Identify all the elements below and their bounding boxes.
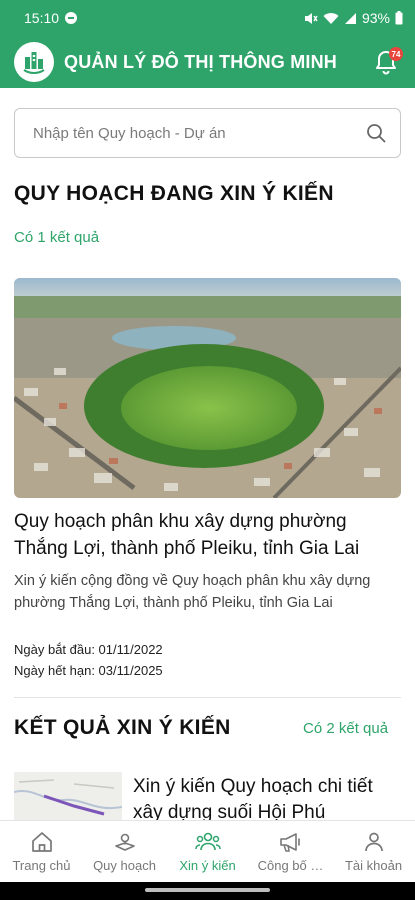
search-icon[interactable] <box>366 123 386 143</box>
results-count: Có 2 kết quả <box>303 720 389 737</box>
nav-announcement[interactable]: Công bố … <box>249 821 332 882</box>
megaphone-icon <box>279 833 300 852</box>
notification-button[interactable]: 74 <box>371 45 403 79</box>
bottom-navigation: Trang chủ Quy hoạch Xin ý kiến Công bố …… <box>0 820 415 882</box>
nav-home-label: Trang chủ <box>12 858 71 873</box>
map-layers-icon <box>114 833 135 851</box>
notification-badge: 74 <box>389 47 403 61</box>
result-thumbnail[interactable] <box>14 772 122 820</box>
nav-planning-label: Quy hoạch <box>93 858 156 873</box>
section-title-consultation: QUY HOẠCH ĐANG XIN Ý KIẾN <box>14 182 334 205</box>
nav-home[interactable]: Trang chủ <box>0 821 83 882</box>
status-bar: 15:10 93% <box>0 0 415 36</box>
app-title: QUẢN LÝ ĐÔ THỊ THÔNG MINH <box>64 51 337 72</box>
city-logo-icon <box>23 52 45 74</box>
planning-end-date: Ngày hết hạn: 03/11/2025 <box>14 663 163 678</box>
nav-consultation-label: Xin ý kiến <box>179 858 236 873</box>
status-time: 15:10 <box>24 10 60 26</box>
messenger-icon <box>65 12 78 24</box>
planning-card-title[interactable]: Quy hoạch phân khu xây dựng phường Thắng… <box>14 508 404 562</box>
nav-consultation[interactable]: Xin ý kiến <box>166 821 249 882</box>
planning-start-date: Ngày bắt đầu: 01/11/2022 <box>14 642 163 657</box>
nav-announcement-label: Công bố … <box>257 858 324 873</box>
app-header: QUẢN LÝ ĐÔ THỊ THÔNG MINH 74 <box>0 36 415 88</box>
section-divider <box>14 697 401 698</box>
nav-account-label: Tài khoản <box>344 858 403 873</box>
home-gesture-handle[interactable] <box>145 888 270 892</box>
nav-planning[interactable]: Quy hoạch <box>83 821 166 882</box>
battery-percent: 93% <box>361 10 390 26</box>
battery-icon <box>395 11 403 25</box>
signal-icon <box>344 12 356 24</box>
user-icon <box>364 832 383 852</box>
app-logo <box>14 42 54 82</box>
wifi-icon <box>323 12 339 24</box>
result-item-title[interactable]: Xin ý kiến Quy hoạch chi tiết xây dựng s… <box>133 774 403 820</box>
planning-card-description: Xin ý kiến cộng đồng về Quy hoạch phân k… <box>14 573 371 611</box>
section-title-results: KẾT QUẢ XIN Ý KIẾN <box>14 716 231 739</box>
search-box <box>14 108 401 158</box>
people-icon <box>194 832 221 851</box>
consultation-result-count: Có 1 kết quả <box>14 229 100 246</box>
search-input[interactable] <box>33 124 366 142</box>
mute-icon <box>304 12 318 24</box>
home-icon <box>31 832 52 852</box>
planning-aerial-image[interactable] <box>14 278 401 498</box>
nav-account[interactable]: Tài khoản <box>332 821 415 882</box>
